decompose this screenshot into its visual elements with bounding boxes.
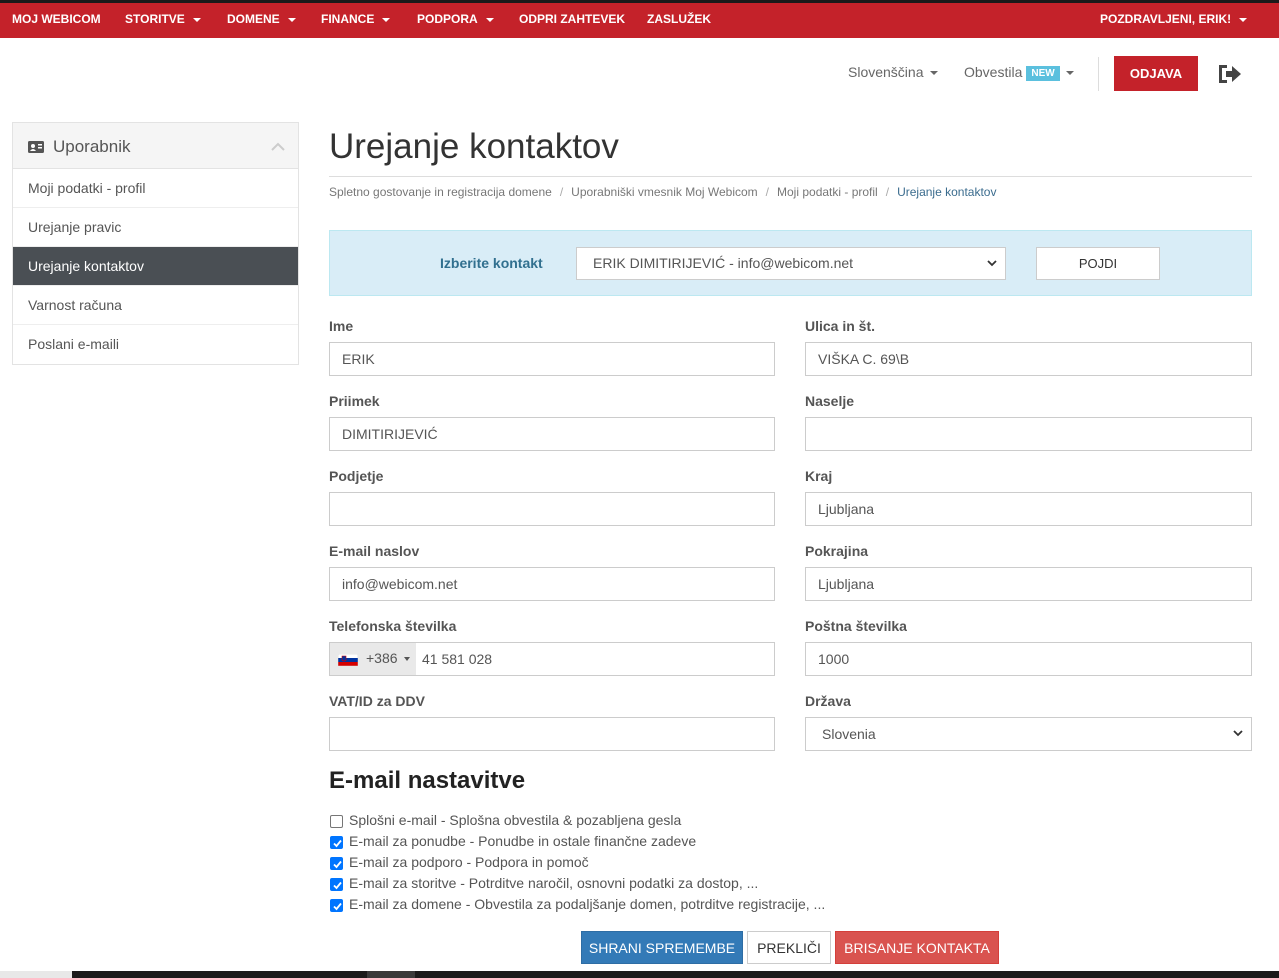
- label-telefon: Telefonska številka: [329, 618, 457, 634]
- dial-code: +386: [366, 650, 398, 666]
- label-postna: Poštna številka: [805, 618, 907, 634]
- check-icon: [333, 881, 342, 890]
- page-title: Urejanje kontaktov: [329, 127, 619, 166]
- checkbox-storitve[interactable]: [330, 878, 343, 891]
- check-icon: [333, 839, 342, 848]
- checkbox-domene[interactable]: [330, 899, 343, 912]
- contact-select[interactable]: ERIK DIMITIRIJEVIĆ - info@webicom.net: [576, 247, 1006, 280]
- caret-down-icon: [404, 657, 410, 661]
- new-badge: NEW: [1026, 66, 1060, 81]
- checkbox-ponudbe[interactable]: [330, 836, 343, 849]
- header-divider: [1098, 57, 1099, 91]
- label-naselje: Naselje: [805, 393, 855, 409]
- taskbar-edge: [0, 971, 72, 978]
- caret-down-icon: [1239, 17, 1248, 22]
- label-kraj: Kraj: [805, 468, 833, 484]
- check-icon: [333, 902, 342, 911]
- label-drzava: Država: [805, 693, 851, 709]
- label-pokrajina: Pokrajina: [805, 543, 869, 559]
- chevron-down-icon: [987, 260, 997, 267]
- check-icon: [333, 860, 342, 869]
- nav-storitve[interactable]: STORITVE: [125, 3, 201, 38]
- nav-odpri-zahtevek[interactable]: ODPRI ZAHTEVEK: [519, 3, 625, 38]
- user-sidebar: Uporabnik Moji podatki - profil Urejanje…: [12, 122, 299, 365]
- sidebar-item-emaili[interactable]: Poslani e-maili: [13, 325, 298, 364]
- breadcrumb-link[interactable]: Moji podatki - profil: [777, 185, 878, 199]
- label-podjetje: Podjetje: [329, 468, 384, 484]
- breadcrumb: Spletno gostovanje in registracija domen…: [329, 185, 997, 199]
- save-changes-button[interactable]: SHRANI SPREMEMBE: [581, 931, 743, 964]
- top-navbar: MOJ WEBICOM STORITVE DOMENE FINANCE PODP…: [0, 0, 1279, 38]
- sign-out-icon[interactable]: [1217, 62, 1243, 86]
- label-email: E-mail naslov: [329, 543, 420, 559]
- taskbar: [72, 971, 1279, 978]
- sidebar-item-varnost[interactable]: Varnost računa: [13, 286, 298, 325]
- label-priimek: Priimek: [329, 393, 380, 409]
- breadcrumb-link[interactable]: Uporabniški vmesnik Moj Webicom: [571, 185, 758, 199]
- user-greeting-menu[interactable]: POZDRAVLJENI, ERIK!: [1100, 3, 1248, 38]
- taskbar-item[interactable]: [367, 971, 415, 978]
- country-code-dropdown[interactable]: +386: [330, 643, 416, 675]
- contact-selector-panel: Izberite kontakt ERIK DIMITIRIJEVIĆ - in…: [329, 230, 1252, 296]
- chevron-up-icon[interactable]: [271, 139, 285, 151]
- nav-finance[interactable]: FINANCE: [321, 3, 391, 38]
- caret-down-icon: [485, 17, 494, 22]
- sidebar-title: Uporabnik: [53, 137, 131, 156]
- ime-input[interactable]: [329, 342, 775, 376]
- nav-podpora[interactable]: PODPORA: [417, 3, 494, 38]
- nav-zasluzek[interactable]: ZASLUŽEK: [647, 3, 711, 38]
- chevron-down-icon: [1233, 730, 1243, 737]
- podjetje-input[interactable]: [329, 492, 775, 526]
- caret-down-icon: [1065, 71, 1074, 76]
- checkbox-podpora[interactable]: [330, 857, 343, 870]
- contact-selector-label: Izberite kontakt: [440, 255, 543, 271]
- nav-moj-webicom[interactable]: MOJ WEBICOM: [12, 3, 101, 38]
- sidebar-item-pravice[interactable]: Urejanje pravic: [13, 208, 298, 247]
- email-input[interactable]: [329, 567, 775, 601]
- breadcrumb-link[interactable]: Spletno gostovanje in registracija domen…: [329, 185, 552, 199]
- email-settings-title: E-mail nastavitve: [329, 767, 526, 794]
- checkbox-splosni[interactable]: [330, 815, 343, 828]
- language-dropdown[interactable]: Slovenščina: [848, 64, 938, 80]
- nav-domene[interactable]: DOMENE: [227, 3, 296, 38]
- caret-down-icon: [287, 17, 296, 22]
- priimek-input[interactable]: [329, 417, 775, 451]
- breadcrumb-current: Urejanje kontaktov: [897, 185, 997, 199]
- vat-input[interactable]: [329, 717, 775, 751]
- notifications-dropdown[interactable]: Obvestila NEW: [964, 64, 1074, 81]
- slovenia-flag-icon: [338, 654, 358, 666]
- logout-button[interactable]: ODJAVA: [1114, 56, 1198, 91]
- pokrajina-input[interactable]: [805, 567, 1252, 601]
- sidebar-item-profil[interactable]: Moji podatki - profil: [13, 169, 298, 208]
- caret-down-icon: [192, 17, 201, 22]
- delete-contact-button[interactable]: BRISANJE KONTAKTA: [835, 931, 999, 964]
- label-ime: Ime: [329, 318, 354, 334]
- title-divider: [329, 176, 1252, 177]
- caret-down-icon: [382, 17, 391, 22]
- country-select[interactable]: Slovenia: [805, 717, 1252, 751]
- label-ulica: Ulica in št.: [805, 318, 876, 334]
- naselje-input[interactable]: [805, 417, 1252, 451]
- sidebar-header[interactable]: Uporabnik: [13, 123, 298, 169]
- kraj-input[interactable]: [805, 492, 1252, 526]
- cancel-button[interactable]: PREKLIČI: [747, 931, 831, 964]
- caret-down-icon: [929, 71, 938, 76]
- go-button[interactable]: POJDI: [1036, 247, 1160, 280]
- label-vat: VAT/ID za DDV: [329, 693, 425, 709]
- sidebar-item-kontakti[interactable]: Urejanje kontaktov: [13, 247, 298, 286]
- postna-input[interactable]: [805, 642, 1252, 676]
- id-card-icon: [28, 140, 44, 153]
- ulica-input[interactable]: [805, 342, 1252, 376]
